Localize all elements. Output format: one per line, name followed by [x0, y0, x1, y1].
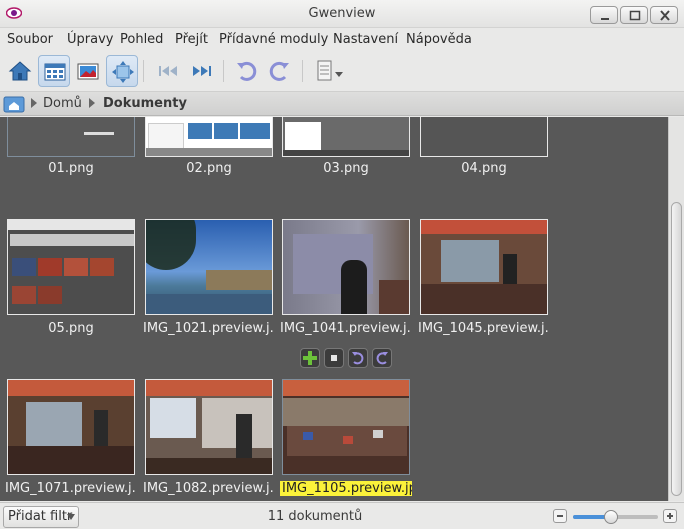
toolbar-separator: [223, 60, 224, 82]
title-bar: Gwenview: [0, 0, 684, 28]
home-button[interactable]: [4, 55, 36, 87]
scrollbar-handle[interactable]: [671, 202, 682, 496]
document-count: 11 dokumentů: [267, 509, 363, 524]
menu-prejit[interactable]: Přejít: [175, 32, 208, 47]
window-title: Gwenview: [308, 6, 376, 21]
thumbnail-tile[interactable]: 03.png: [280, 117, 412, 176]
status-bar: Přidat filtr 11 dokumentů: [0, 502, 684, 529]
menu-pohled[interactable]: Pohled: [120, 32, 163, 47]
thumbnail-caption: 05.png: [48, 321, 94, 336]
thumbnail-caption-text: IMG_1105.preview.jpg: [280, 481, 412, 496]
thumbnail-caption: IMG_1071.preview.j...: [5, 481, 137, 496]
plus-icon: [667, 513, 673, 519]
breadcrumb-item-dokumenty[interactable]: Dokumenty: [103, 96, 187, 111]
home-icon: [8, 61, 32, 81]
thumbnail-image[interactable]: [145, 379, 273, 475]
thumbnail-caption: 04.png: [461, 161, 507, 176]
last-icon: [193, 66, 211, 76]
minus-icon: [557, 515, 563, 517]
maximize-button[interactable]: [620, 6, 648, 24]
rotate-left-icon: [352, 352, 364, 365]
fullscreen-preview-button[interactable]: [324, 348, 344, 368]
menu-soubor[interactable]: Soubor: [7, 32, 53, 47]
toolbar-separator: [143, 60, 144, 82]
thumbnail-image[interactable]: [282, 117, 410, 157]
menu-bar: Soubor Úpravy Pohled Přejít Přídavné mod…: [0, 29, 684, 51]
thumbnail-caption: IMG_1082.preview.j...: [143, 481, 275, 496]
thumbnail-caption: 01.png: [48, 161, 94, 176]
menu-nastaveni[interactable]: Nastavení: [333, 32, 398, 47]
fullscreen-icon: [112, 61, 134, 83]
document-menu-icon: [317, 60, 343, 81]
breadcrumb-separator-icon: [31, 98, 37, 108]
toolbar-separator: [302, 60, 303, 82]
first-image-button[interactable]: [152, 55, 184, 87]
thumb-rotate-right-button[interactable]: [372, 348, 392, 368]
zoom-in-button[interactable]: [663, 509, 677, 523]
square-icon: [331, 355, 337, 361]
folder-home-icon[interactable]: [3, 94, 25, 114]
add-selection-button[interactable]: [300, 348, 320, 368]
thumbnail-tile[interactable]: IMG_1041.preview.j...: [280, 217, 412, 369]
thumbnail-image[interactable]: [7, 379, 135, 475]
vertical-scrollbar[interactable]: [668, 117, 684, 501]
thumbnail-tile[interactable]: IMG_1071.preview.j...: [5, 377, 137, 501]
browse-button[interactable]: [38, 55, 70, 87]
thumbnail-tile[interactable]: 04.png: [418, 117, 550, 176]
thumbnail-tile[interactable]: 01.png: [5, 117, 137, 176]
thumbnail-caption: 03.png: [323, 161, 369, 176]
thumbnail-tile[interactable]: 05.png: [5, 217, 137, 369]
breadcrumb: Domů Dokumenty: [0, 91, 684, 116]
breadcrumb-item-domu[interactable]: Domů: [43, 96, 82, 111]
thumbnail-caption: IMG_1041.preview.j...: [280, 321, 412, 336]
thumbnail-caption: IMG_1021.preview.j...: [143, 321, 275, 336]
rotate-right-icon: [376, 352, 388, 365]
plus-icon: [303, 351, 317, 365]
document-menu-button[interactable]: [310, 55, 348, 87]
thumbnail-tile[interactable]: 02.png: [143, 117, 275, 176]
rotate-right-button[interactable]: [264, 55, 296, 87]
thumbnail-image[interactable]: [145, 117, 273, 157]
first-icon: [159, 66, 177, 76]
thumbnail-view[interactable]: 01.png 02.png 03.png 04.png 05.png IMG_1…: [0, 117, 668, 501]
thumbnail-tile[interactable]: IMG_1082.preview.j...: [143, 377, 275, 501]
thumb-rotate-left-button[interactable]: [348, 348, 368, 368]
thumbnail-image[interactable]: [282, 379, 410, 475]
rotate-right-icon: [269, 61, 289, 81]
browse-mode-icon: [44, 63, 66, 81]
thumbnail-tile[interactable]: IMG_1105.preview.jpg: [280, 377, 412, 501]
fullscreen-button[interactable]: [106, 55, 138, 87]
menu-napoveda[interactable]: Nápověda: [406, 32, 472, 47]
close-button[interactable]: [650, 6, 678, 24]
thumbnail-image[interactable]: [420, 219, 548, 315]
view-mode-icon: [77, 63, 99, 80]
toolbar: [0, 52, 684, 90]
thumbnail-image[interactable]: [7, 219, 135, 315]
zoom-slider[interactable]: [573, 510, 658, 524]
breadcrumb-separator-icon: [89, 98, 95, 108]
zoom-out-button[interactable]: [553, 509, 567, 523]
thumbnail-caption: IMG_1045.preview.j...: [418, 321, 550, 336]
view-button[interactable]: [72, 55, 104, 87]
rotate-left-icon: [237, 61, 257, 81]
thumbnail-image[interactable]: [420, 117, 548, 157]
close-icon: [660, 10, 670, 21]
menu-upravy[interactable]: Úpravy: [67, 32, 113, 47]
thumbnail-tile[interactable]: IMG_1021.preview.j...: [143, 217, 275, 369]
thumbnail-image[interactable]: [282, 219, 410, 315]
maximize-icon: [629, 10, 641, 21]
minimize-button[interactable]: [590, 6, 618, 24]
thumbnail-caption: IMG_1105.preview.jpg: [280, 481, 412, 496]
thumbnail-image[interactable]: [145, 219, 273, 315]
rotate-left-button[interactable]: [230, 55, 262, 87]
thumbnail-image[interactable]: [7, 117, 135, 157]
menu-pridavne-moduly[interactable]: Přídavné moduly: [219, 32, 328, 47]
minimize-icon: [601, 18, 609, 20]
last-image-button[interactable]: [186, 55, 218, 87]
thumbnail-caption: 02.png: [186, 161, 232, 176]
thumbnail-tile[interactable]: IMG_1045.preview.j...: [418, 217, 550, 369]
